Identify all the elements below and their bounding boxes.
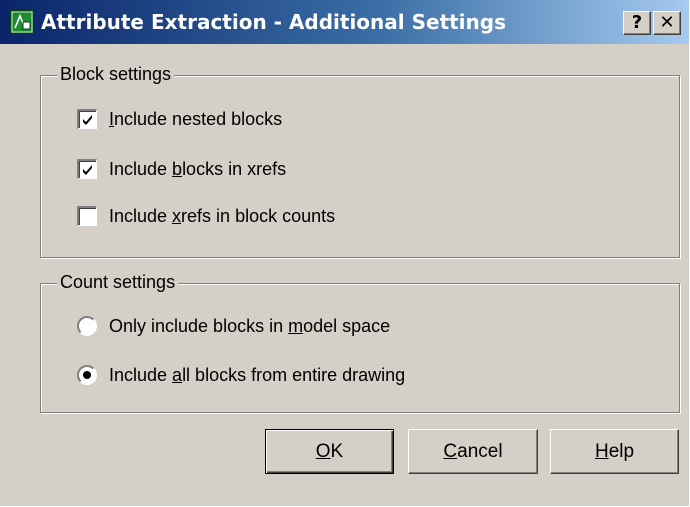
label-text: refs in block counts xyxy=(181,206,336,226)
label-text: ll blocks from entire drawing xyxy=(182,365,406,385)
button-label: K xyxy=(330,441,344,462)
mnemonic: C xyxy=(443,441,458,462)
label-text: locks in xrefs xyxy=(182,159,287,179)
include-all-blocks-label: Include all blocks from entire drawing xyxy=(109,362,405,388)
attribute-extraction-dialog: Attribute Extraction - Additional Settin… xyxy=(0,0,689,506)
attribute-extraction-icon xyxy=(10,10,34,34)
block-settings-label: Block settings xyxy=(57,62,175,86)
question-mark-icon: ? xyxy=(631,12,643,33)
mnemonic: H xyxy=(594,441,609,462)
title-bar[interactable]: Attribute Extraction - Additional Settin… xyxy=(0,0,689,44)
cancel-button[interactable]: Cancel xyxy=(408,429,538,474)
include-all-blocks-radio[interactable] xyxy=(77,365,97,385)
checkmark-icon xyxy=(83,165,92,175)
include-blocks-in-xrefs-checkbox[interactable] xyxy=(77,159,97,179)
label-text: odel space xyxy=(303,316,391,336)
label-text: Only include blocks in xyxy=(109,316,289,336)
radio-selected-dot xyxy=(83,371,91,379)
block-settings-group: Block settings Include nested blocks Inc… xyxy=(40,62,680,258)
label-text: Include xyxy=(109,206,173,226)
button-label: elp xyxy=(608,441,635,462)
count-settings-group: Count settings Only include blocks in mo… xyxy=(40,270,680,413)
button-label: ancel xyxy=(457,441,503,462)
window-title: Attribute Extraction - Additional Settin… xyxy=(41,10,506,34)
close-icon: ✕ xyxy=(659,12,675,33)
checkmark-icon xyxy=(83,115,92,125)
mnemonic: O xyxy=(315,441,331,462)
mnemonic: b xyxy=(172,159,183,179)
label-text: Include xyxy=(109,159,173,179)
include-xrefs-in-block-counts-checkbox[interactable] xyxy=(77,206,97,226)
ok-button[interactable]: OK xyxy=(265,429,394,474)
include-nested-blocks-label: Include nested blocks xyxy=(109,106,282,132)
mnemonic: x xyxy=(172,206,182,226)
help-button[interactable]: Help xyxy=(550,429,679,474)
include-blocks-in-xrefs-label: Include blocks in xrefs xyxy=(109,156,286,182)
mnemonic: m xyxy=(288,316,304,336)
only-model-space-radio[interactable] xyxy=(77,316,97,336)
label-text: Include xyxy=(109,365,173,385)
count-settings-label: Count settings xyxy=(57,270,179,294)
label-text: nclude nested blocks xyxy=(114,109,283,129)
only-model-space-label: Only include blocks in model space xyxy=(109,313,390,339)
mnemonic: a xyxy=(172,365,183,385)
include-xrefs-in-block-counts-label: Include xrefs in block counts xyxy=(109,203,335,229)
help-titlebar-button[interactable]: ? xyxy=(623,11,651,35)
close-titlebar-button[interactable]: ✕ xyxy=(653,11,681,35)
include-nested-blocks-checkbox[interactable] xyxy=(77,109,97,129)
